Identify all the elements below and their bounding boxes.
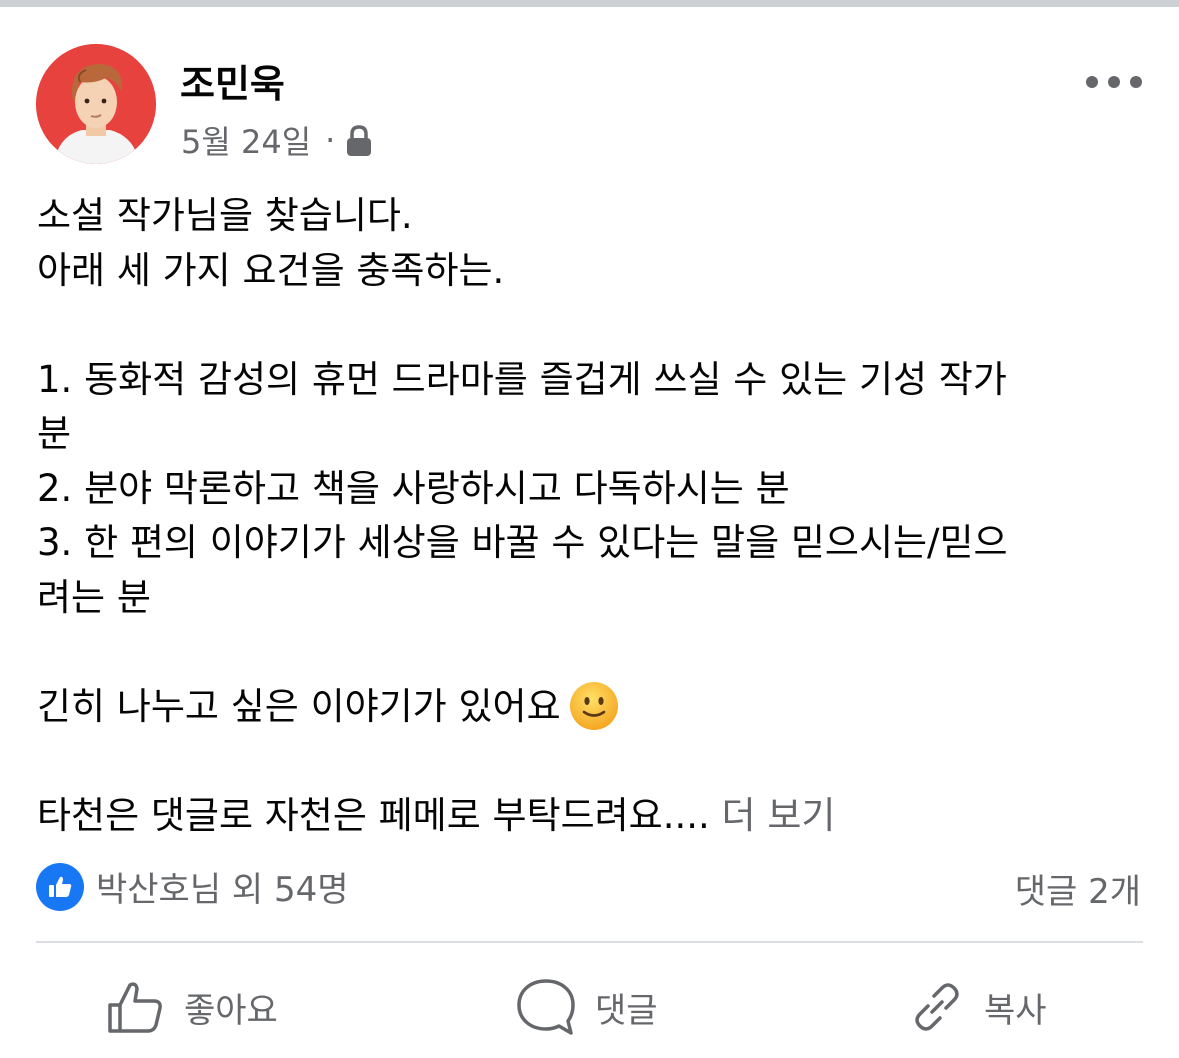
- post-line: 2. 분야 막론하고 책을 사랑하시고 다독하시는 분: [37, 466, 790, 510]
- see-more-link[interactable]: 더 보기: [722, 794, 836, 837]
- like-label: 좋아요: [184, 990, 278, 1031]
- post-line: 려는 분: [37, 575, 151, 619]
- more-options-button[interactable]: [1086, 62, 1142, 102]
- post-line-last: 타천은 댓글로 자천은 페메로 부탁드려요.... 더 보기: [37, 789, 1147, 844]
- copy-link-button[interactable]: 복사: [908, 972, 1047, 1042]
- like-badge-icon: [36, 862, 84, 911]
- post-meta: 5월 24일 ·: [181, 117, 373, 163]
- reaction-summary[interactable]: 박산호님 외 54명: [36, 862, 349, 911]
- post-text: 소설 작가님을 찾습니다. 아래 세 가지 요건을 충족하는. 1. 동화적 감…: [37, 189, 1147, 843]
- link-icon: [915, 983, 959, 1031]
- more-dot: [1108, 76, 1120, 88]
- more-dot: [1130, 76, 1142, 88]
- comment-bubble-icon: [517, 979, 575, 1035]
- comment-button[interactable]: 댓글: [515, 972, 658, 1042]
- like-button[interactable]: 좋아요: [106, 972, 278, 1042]
- comment-label: 댓글: [595, 990, 658, 1031]
- reaction-count: 박산호님 외 54명: [96, 870, 349, 910]
- meta-separator: ·: [325, 121, 336, 159]
- avatar[interactable]: [36, 44, 156, 164]
- post-line: 1. 동화적 감성의 휴먼 드라마를 즐겁게 쓰실 수 있는 기성 작가: [37, 357, 1007, 401]
- post-line: 분: [37, 412, 72, 455]
- lock-icon: [345, 124, 373, 158]
- post-date[interactable]: 5월 24일: [181, 117, 311, 163]
- top-border: [0, 0, 1179, 7]
- avatar-illustration: [36, 44, 156, 164]
- post-line: 긴히 나누고 싶은 이야기가 있어요: [37, 684, 561, 728]
- comment-count[interactable]: 댓글 2개: [1015, 864, 1141, 913]
- slightly-smiling-face-icon: [569, 681, 619, 731]
- post-line: 소설 작가님을 찾습니다.: [37, 194, 413, 237]
- divider: [36, 941, 1143, 943]
- author-name[interactable]: 조민욱: [180, 53, 285, 108]
- post-line-with-emoji: 긴히 나누고 싶은 이야기가 있어요: [37, 680, 1147, 735]
- post-line: 아래 세 가지 요건을 충족하는.: [37, 248, 505, 292]
- post-card: 조민욱 5월 24일 · 소설 작가님을 찾습니다. 아래 세 가지 요건을 충…: [0, 7, 1179, 1058]
- post-line: 타천은 댓글로 자천은 페메로 부탁드려요....: [37, 793, 710, 837]
- thumbs-up-icon: [108, 982, 162, 1033]
- copy-label: 복사: [984, 990, 1047, 1031]
- more-horizontal-icon: [1086, 76, 1098, 88]
- post-line: 3. 한 편의 이야기가 세상을 바꿀 수 있다는 말을 믿으시는/믿으: [37, 521, 1008, 564]
